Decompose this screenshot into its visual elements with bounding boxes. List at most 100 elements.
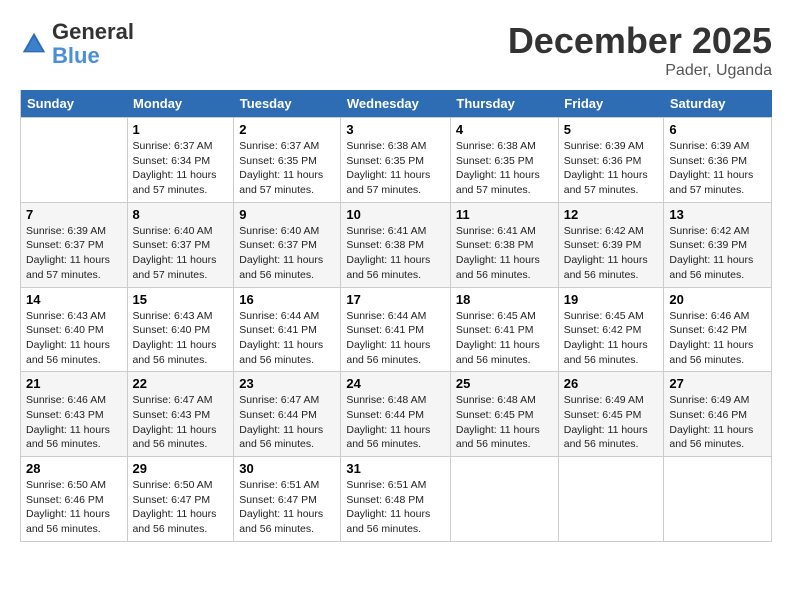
day-number: 25: [456, 376, 553, 391]
day-info: Sunrise: 6:42 AM Sunset: 6:39 PM Dayligh…: [564, 224, 659, 283]
calendar-cell: 18 Sunrise: 6:45 AM Sunset: 6:41 PM Dayli…: [450, 287, 558, 372]
day-info: Sunrise: 6:50 AM Sunset: 6:47 PM Dayligh…: [133, 478, 229, 537]
day-number: 24: [346, 376, 445, 391]
calendar-cell: 24Sunrise: 6:48 AM Sunset: 6:44 PM Dayli…: [341, 372, 451, 457]
calendar-cell: 12 Sunrise: 6:42 AM Sunset: 6:39 PM Dayli…: [558, 202, 664, 287]
day-info: Sunrise: 6:41 AM Sunset: 6:38 PM Dayligh…: [346, 224, 445, 283]
day-number: 8: [133, 207, 229, 222]
day-info: Sunrise: 6:44 AM Sunset: 6:41 PM Dayligh…: [346, 309, 445, 368]
calendar-cell: 29 Sunrise: 6:50 AM Sunset: 6:47 PM Dayli…: [127, 457, 234, 542]
weekday-header-monday: Monday: [127, 90, 234, 118]
weekday-header-saturday: Saturday: [664, 90, 772, 118]
day-number: 3: [346, 122, 445, 137]
day-number: 22: [133, 376, 229, 391]
calendar-cell: 26 Sunrise: 6:49 AM Sunset: 6:45 PM Dayli…: [558, 372, 664, 457]
calendar-cell: 11Sunrise: 6:41 AM Sunset: 6:38 PM Dayli…: [450, 202, 558, 287]
day-info: Sunrise: 6:40 AM Sunset: 6:37 PM Dayligh…: [133, 224, 229, 283]
day-info: Sunrise: 6:51 AM Sunset: 6:48 PM Dayligh…: [346, 478, 445, 537]
day-number: 4: [456, 122, 553, 137]
calendar-cell: 31 Sunrise: 6:51 AM Sunset: 6:48 PM Dayli…: [341, 457, 451, 542]
day-info: Sunrise: 6:49 AM Sunset: 6:46 PM Dayligh…: [669, 393, 766, 452]
day-info: Sunrise: 6:46 AM Sunset: 6:42 PM Dayligh…: [669, 309, 766, 368]
calendar-cell: 3Sunrise: 6:38 AM Sunset: 6:35 PM Daylig…: [341, 118, 451, 203]
day-number: 15: [133, 292, 229, 307]
day-number: 23: [239, 376, 335, 391]
page-header: GeneralBlue December 2025 Pader, Uganda: [20, 20, 772, 80]
week-row-4: 21 Sunrise: 6:46 AM Sunset: 6:43 PM Dayli…: [21, 372, 772, 457]
day-number: 30: [239, 461, 335, 476]
calendar-cell: 19 Sunrise: 6:45 AM Sunset: 6:42 PM Dayli…: [558, 287, 664, 372]
day-number: 31: [346, 461, 445, 476]
day-number: 9: [239, 207, 335, 222]
calendar-cell: [558, 457, 664, 542]
calendar-cell: [21, 118, 128, 203]
calendar-cell: 13 Sunrise: 6:42 AM Sunset: 6:39 PM Dayli…: [664, 202, 772, 287]
day-number: 6: [669, 122, 766, 137]
month-title: December 2025: [508, 20, 772, 62]
day-info: Sunrise: 6:48 AM Sunset: 6:45 PM Dayligh…: [456, 393, 553, 452]
day-info: Sunrise: 6:42 AM Sunset: 6:39 PM Dayligh…: [669, 224, 766, 283]
day-info: Sunrise: 6:44 AM Sunset: 6:41 PM Dayligh…: [239, 309, 335, 368]
calendar-cell: 6 Sunrise: 6:39 AM Sunset: 6:36 PM Daylig…: [664, 118, 772, 203]
calendar-cell: 9 Sunrise: 6:40 AM Sunset: 6:37 PM Daylig…: [234, 202, 341, 287]
day-number: 13: [669, 207, 766, 222]
calendar-cell: 14Sunrise: 6:43 AM Sunset: 6:40 PM Dayli…: [21, 287, 128, 372]
day-info: Sunrise: 6:37 AM Sunset: 6:34 PM Dayligh…: [133, 139, 229, 198]
calendar-cell: 1 Sunrise: 6:37 AM Sunset: 6:34 PM Daylig…: [127, 118, 234, 203]
day-info: Sunrise: 6:46 AM Sunset: 6:43 PM Dayligh…: [26, 393, 122, 452]
calendar-table: SundayMondayTuesdayWednesdayThursdayFrid…: [20, 90, 772, 542]
calendar-cell: 17 Sunrise: 6:44 AM Sunset: 6:41 PM Dayli…: [341, 287, 451, 372]
day-number: 18: [456, 292, 553, 307]
day-info: Sunrise: 6:43 AM Sunset: 6:40 PM Dayligh…: [133, 309, 229, 368]
day-number: 29: [133, 461, 229, 476]
day-info: Sunrise: 6:50 AM Sunset: 6:46 PM Dayligh…: [26, 478, 122, 537]
weekday-header-thursday: Thursday: [450, 90, 558, 118]
day-number: 7: [26, 207, 122, 222]
calendar-cell: 15 Sunrise: 6:43 AM Sunset: 6:40 PM Dayli…: [127, 287, 234, 372]
weekday-header-wednesday: Wednesday: [341, 90, 451, 118]
calendar-cell: [450, 457, 558, 542]
day-info: Sunrise: 6:45 AM Sunset: 6:42 PM Dayligh…: [564, 309, 659, 368]
weekday-header-row: SundayMondayTuesdayWednesdayThursdayFrid…: [21, 90, 772, 118]
day-number: 19: [564, 292, 659, 307]
calendar-cell: 21 Sunrise: 6:46 AM Sunset: 6:43 PM Dayli…: [21, 372, 128, 457]
logo-text: GeneralBlue: [52, 20, 134, 68]
calendar-cell: 25 Sunrise: 6:48 AM Sunset: 6:45 PM Dayli…: [450, 372, 558, 457]
day-number: 20: [669, 292, 766, 307]
day-info: Sunrise: 6:51 AM Sunset: 6:47 PM Dayligh…: [239, 478, 335, 537]
day-number: 27: [669, 376, 766, 391]
calendar-cell: 28 Sunrise: 6:50 AM Sunset: 6:46 PM Dayli…: [21, 457, 128, 542]
day-number: 12: [564, 207, 659, 222]
week-row-1: 1 Sunrise: 6:37 AM Sunset: 6:34 PM Daylig…: [21, 118, 772, 203]
day-number: 16: [239, 292, 335, 307]
day-number: 28: [26, 461, 122, 476]
calendar-cell: 20 Sunrise: 6:46 AM Sunset: 6:42 PM Dayli…: [664, 287, 772, 372]
day-info: Sunrise: 6:49 AM Sunset: 6:45 PM Dayligh…: [564, 393, 659, 452]
week-row-2: 7 Sunrise: 6:39 AM Sunset: 6:37 PM Daylig…: [21, 202, 772, 287]
calendar-cell: 30 Sunrise: 6:51 AM Sunset: 6:47 PM Dayli…: [234, 457, 341, 542]
weekday-header-friday: Friday: [558, 90, 664, 118]
day-number: 2: [239, 122, 335, 137]
calendar-cell: [664, 457, 772, 542]
day-info: Sunrise: 6:39 AM Sunset: 6:36 PM Dayligh…: [669, 139, 766, 198]
day-number: 10: [346, 207, 445, 222]
day-info: Sunrise: 6:45 AM Sunset: 6:41 PM Dayligh…: [456, 309, 553, 368]
day-info: Sunrise: 6:43 AM Sunset: 6:40 PM Dayligh…: [26, 309, 122, 368]
calendar-cell: 16 Sunrise: 6:44 AM Sunset: 6:41 PM Dayli…: [234, 287, 341, 372]
weekday-header-sunday: Sunday: [21, 90, 128, 118]
day-info: Sunrise: 6:39 AM Sunset: 6:37 PM Dayligh…: [26, 224, 122, 283]
day-number: 21: [26, 376, 122, 391]
weekday-header-tuesday: Tuesday: [234, 90, 341, 118]
day-number: 11: [456, 207, 553, 222]
calendar-cell: 22 Sunrise: 6:47 AM Sunset: 6:43 PM Dayli…: [127, 372, 234, 457]
day-number: 17: [346, 292, 445, 307]
day-number: 1: [133, 122, 229, 137]
day-number: 26: [564, 376, 659, 391]
day-info: Sunrise: 6:40 AM Sunset: 6:37 PM Dayligh…: [239, 224, 335, 283]
logo-icon: [20, 30, 48, 58]
day-info: Sunrise: 6:47 AM Sunset: 6:43 PM Dayligh…: [133, 393, 229, 452]
calendar-cell: 4 Sunrise: 6:38 AM Sunset: 6:35 PM Daylig…: [450, 118, 558, 203]
location-subtitle: Pader, Uganda: [508, 62, 772, 80]
calendar-cell: 5Sunrise: 6:39 AM Sunset: 6:36 PM Daylig…: [558, 118, 664, 203]
day-info: Sunrise: 6:38 AM Sunset: 6:35 PM Dayligh…: [456, 139, 553, 198]
